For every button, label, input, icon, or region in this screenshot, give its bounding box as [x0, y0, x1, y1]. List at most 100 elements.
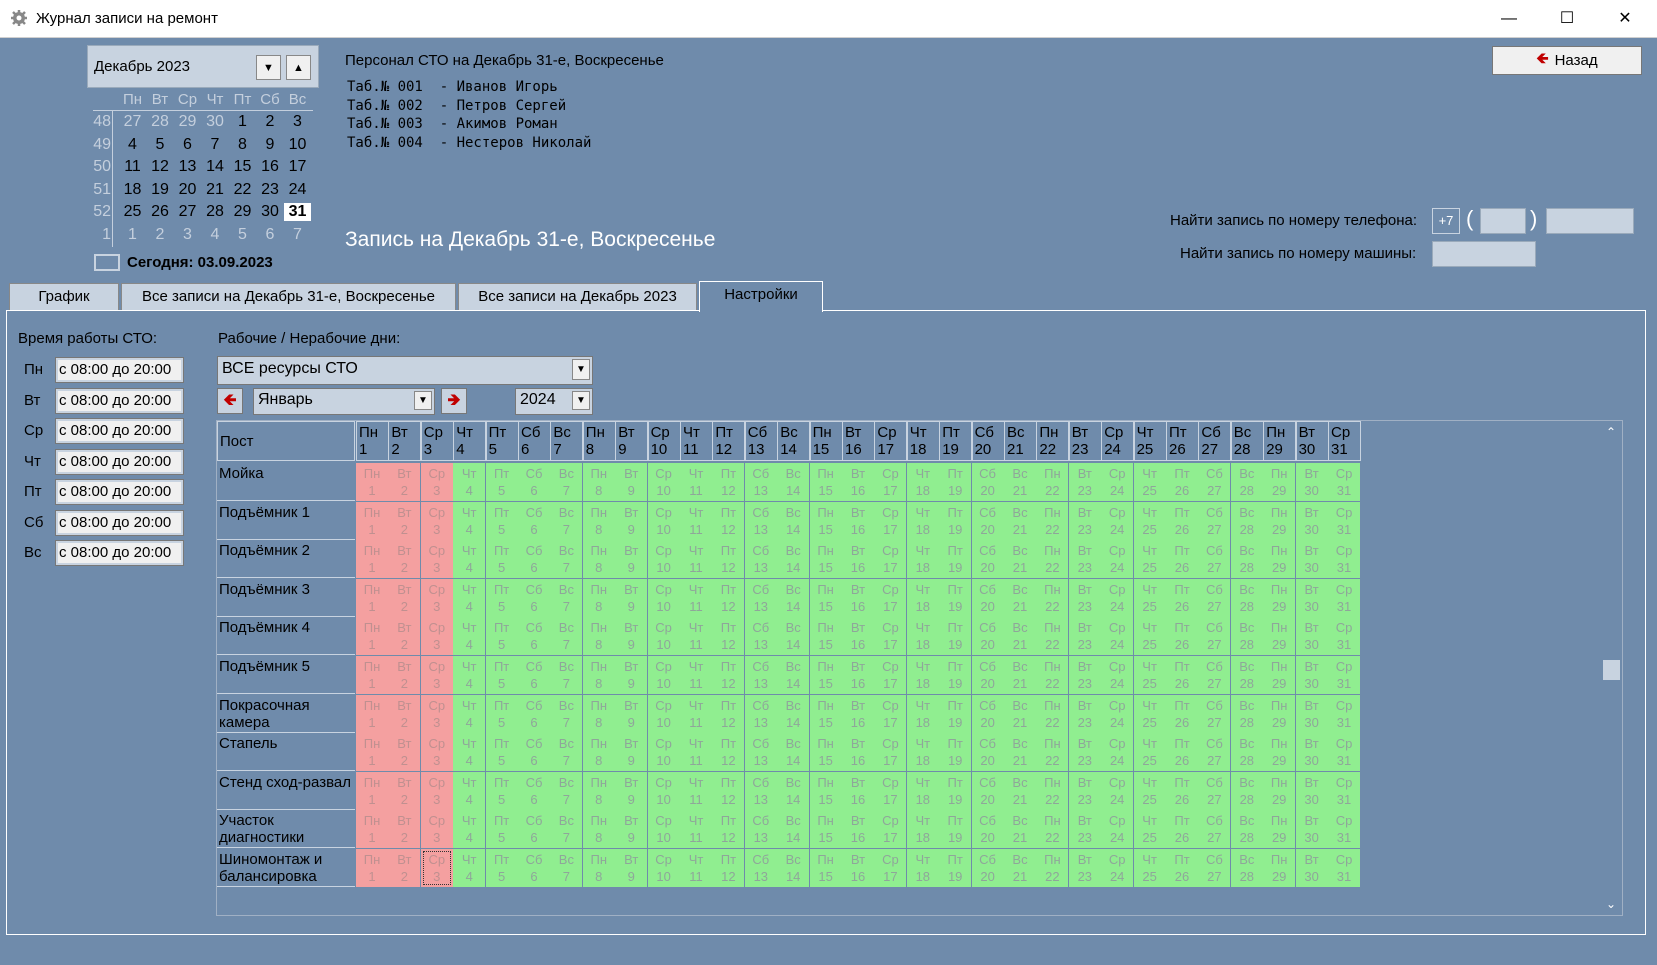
day-cell[interactable]: Вс 28 [1230, 733, 1263, 772]
day-cell[interactable]: Вт 2 [388, 849, 421, 887]
day-cell[interactable]: Ср 3 [420, 540, 453, 579]
day-cell[interactable]: Чт 4 [453, 540, 486, 579]
day-cell[interactable]: Пн 8 [582, 463, 615, 501]
day-cell[interactable]: Ср 24 [1101, 617, 1134, 656]
day-cell[interactable]: Ср 24 [1101, 810, 1134, 849]
day-cell[interactable]: Сб 13 [744, 463, 777, 501]
day-cell[interactable]: Пн 29 [1263, 849, 1296, 887]
day-cell[interactable]: Ср 3 [420, 849, 453, 887]
day-cell[interactable]: Пт 26 [1166, 771, 1198, 810]
day-cell[interactable]: Ср 10 [647, 656, 680, 694]
day-cell[interactable]: Вт 16 [842, 617, 874, 656]
day-cell[interactable]: Ср 17 [874, 463, 907, 501]
day-cell[interactable]: Пн 22 [1036, 578, 1069, 617]
day-cell[interactable]: Вс 21 [1004, 694, 1036, 733]
calendar-day[interactable]: 8 [229, 136, 256, 154]
minimize-button[interactable]: — [1480, 0, 1538, 38]
day-cell[interactable]: Вт 16 [842, 501, 874, 540]
day-cell[interactable]: Пт 26 [1166, 733, 1198, 772]
day-cell[interactable]: Сб 6 [518, 849, 550, 887]
day-cell[interactable]: Вт 23 [1068, 656, 1101, 694]
day-cell[interactable]: Ср 17 [874, 656, 907, 694]
day-cell[interactable]: Пн 22 [1036, 694, 1069, 733]
day-cell[interactable]: Вс 21 [1004, 617, 1036, 656]
day-cell[interactable]: Вс 7 [550, 578, 583, 617]
day-cell[interactable]: Пт 19 [939, 733, 972, 772]
day-cell[interactable]: Пт 5 [485, 501, 518, 540]
day-cell[interactable]: Вс 21 [1004, 656, 1036, 694]
next-month-button[interactable]: 🡺 [441, 388, 467, 414]
day-cell[interactable]: Вт 2 [388, 540, 421, 579]
calendar-day[interactable]: 6 [174, 136, 201, 154]
day-cell[interactable]: Вс 28 [1230, 578, 1263, 617]
day-cell[interactable]: Пн 1 [356, 694, 388, 733]
day-cell[interactable]: Ср 31 [1328, 656, 1360, 694]
calendar-day[interactable]: 29 [229, 203, 256, 221]
day-cell[interactable]: Пн 8 [582, 578, 615, 617]
day-cell[interactable]: Сб 13 [744, 733, 777, 772]
calendar-day[interactable]: 15 [229, 158, 256, 176]
day-cell[interactable]: Пн 22 [1036, 656, 1069, 694]
day-cell[interactable]: Пн 8 [582, 810, 615, 849]
day-cell[interactable]: Пн 22 [1036, 540, 1069, 579]
day-cell[interactable]: Чт 18 [906, 810, 939, 849]
day-cell[interactable]: Ср 17 [874, 694, 907, 733]
day-cell[interactable]: Сб 27 [1198, 501, 1231, 540]
tab-schedule[interactable]: График [9, 283, 119, 310]
day-cell[interactable]: Вс 21 [1004, 540, 1036, 579]
day-cell[interactable]: Вс 21 [1004, 501, 1036, 540]
day-cell[interactable]: Пт 19 [939, 501, 972, 540]
day-cell[interactable]: Вт 9 [615, 656, 648, 694]
day-cell[interactable]: Ср 17 [874, 849, 907, 887]
day-cell[interactable]: Ср 31 [1328, 694, 1360, 733]
day-cell[interactable]: Вс 14 [777, 849, 810, 887]
calendar-day[interactable]: 3 [174, 226, 201, 244]
calendar-day[interactable]: 23 [257, 181, 284, 199]
day-cell[interactable]: Ср 31 [1328, 501, 1360, 540]
day-cell[interactable]: Пн 29 [1263, 733, 1296, 772]
day-cell[interactable]: Ср 24 [1101, 733, 1134, 772]
day-cell[interactable]: Вт 9 [615, 733, 648, 772]
day-cell[interactable]: Ср 3 [420, 733, 453, 772]
day-cell[interactable]: Пт 5 [485, 771, 518, 810]
day-cell[interactable]: Сб 20 [971, 617, 1004, 656]
day-cell[interactable]: Ср 17 [874, 540, 907, 579]
day-cell[interactable]: Пн 22 [1036, 463, 1069, 501]
day-cell[interactable]: Пн 22 [1036, 771, 1069, 810]
calendar-day[interactable]: 2 [147, 226, 174, 244]
day-cell[interactable]: Вс 14 [777, 771, 810, 810]
day-cell[interactable]: Вт 30 [1295, 501, 1328, 540]
day-cell[interactable]: Ср 3 [420, 463, 453, 501]
day-cell[interactable]: Ср 3 [420, 771, 453, 810]
day-cell[interactable]: Сб 20 [971, 733, 1004, 772]
day-cell[interactable]: Пн 15 [809, 810, 842, 849]
day-cell[interactable]: Вт 23 [1068, 771, 1101, 810]
day-cell[interactable]: Сб 20 [971, 771, 1004, 810]
day-cell[interactable]: Пт 12 [712, 849, 745, 887]
day-cell[interactable]: Сб 13 [744, 771, 777, 810]
day-cell[interactable]: Ср 17 [874, 771, 907, 810]
day-cell[interactable]: Пн 15 [809, 617, 842, 656]
day-cell[interactable]: Пн 29 [1263, 501, 1296, 540]
day-cell[interactable]: Сб 27 [1198, 578, 1231, 617]
day-cell[interactable]: Чт 18 [906, 617, 939, 656]
day-cell[interactable]: Вт 2 [388, 656, 421, 694]
day-cell[interactable]: Вс 14 [777, 578, 810, 617]
calendar-day[interactable]: 5 [147, 136, 174, 154]
day-cell[interactable]: Ср 10 [647, 463, 680, 501]
calendar-day[interactable]: 21 [202, 181, 229, 199]
working-time-input[interactable]: с 08:00 до 20:00 [55, 479, 184, 505]
day-cell[interactable]: Пн 1 [356, 578, 388, 617]
day-cell[interactable]: Вт 9 [615, 501, 648, 540]
calendar-day[interactable]: 11 [119, 158, 146, 176]
month-select[interactable]: Январь ▼ [253, 388, 435, 415]
day-cell[interactable]: Вт 30 [1295, 810, 1328, 849]
day-cell[interactable]: Вт 9 [615, 578, 648, 617]
day-cell[interactable]: Вт 2 [388, 733, 421, 772]
day-cell[interactable]: Чт 18 [906, 463, 939, 501]
day-cell[interactable]: Вт 16 [842, 771, 874, 810]
day-cell[interactable]: Сб 6 [518, 578, 550, 617]
day-cell[interactable]: Чт 25 [1133, 501, 1166, 540]
day-cell[interactable]: Вс 21 [1004, 849, 1036, 887]
day-cell[interactable]: Ср 17 [874, 578, 907, 617]
